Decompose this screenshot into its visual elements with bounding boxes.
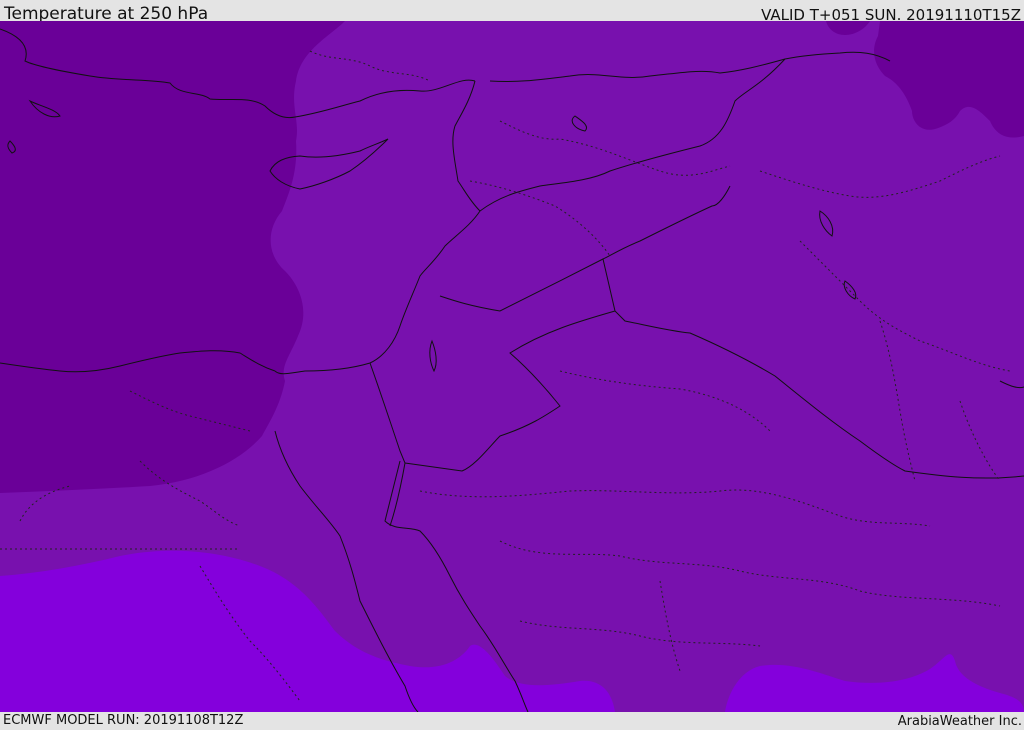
footer-bar: ECMWF MODEL RUN: 20191108T12Z ArabiaWeat… bbox=[0, 712, 1024, 729]
map-canvas bbox=[0, 21, 1024, 712]
weather-map[interactable] bbox=[0, 21, 1024, 712]
model-run-label: ECMWF MODEL RUN: 20191108T12Z bbox=[3, 713, 244, 728]
credit-label: ArabiaWeather Inc. bbox=[897, 714, 1022, 729]
header-bar: Temperature at 250 hPa VALID T+051 SUN. … bbox=[0, 0, 1024, 24]
